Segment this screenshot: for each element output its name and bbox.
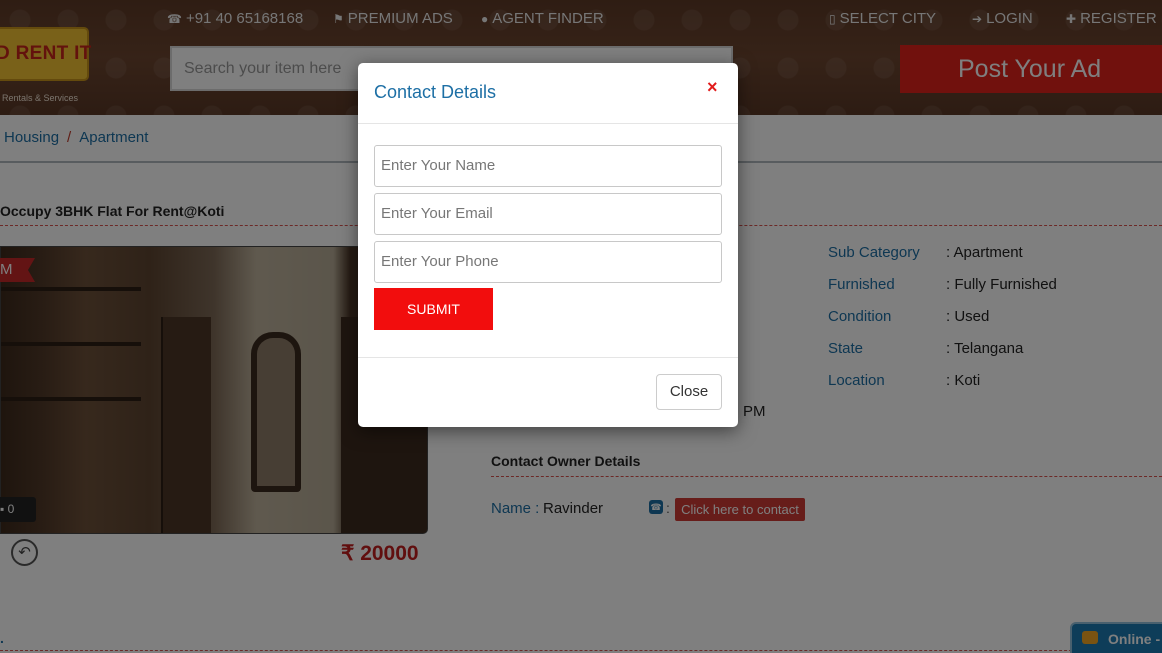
email-field[interactable]: Enter Your Email <box>374 193 722 235</box>
contact-details-modal: Contact Details × Enter Your Name Enter … <box>358 63 738 427</box>
email-placeholder: Enter Your Email <box>381 205 493 222</box>
submit-button[interactable]: SUBMIT <box>374 288 493 330</box>
name-field[interactable]: Enter Your Name <box>374 145 722 187</box>
modal-title: Contact Details <box>374 82 497 102</box>
name-placeholder: Enter Your Name <box>381 157 496 174</box>
modal-footer-divider <box>358 357 738 358</box>
modal-header-divider <box>358 123 738 124</box>
phone-placeholder: Enter Your Phone <box>381 253 499 270</box>
close-button[interactable]: Close <box>656 374 722 410</box>
close-icon[interactable]: × <box>707 77 718 98</box>
phone-field[interactable]: Enter Your Phone <box>374 241 722 283</box>
